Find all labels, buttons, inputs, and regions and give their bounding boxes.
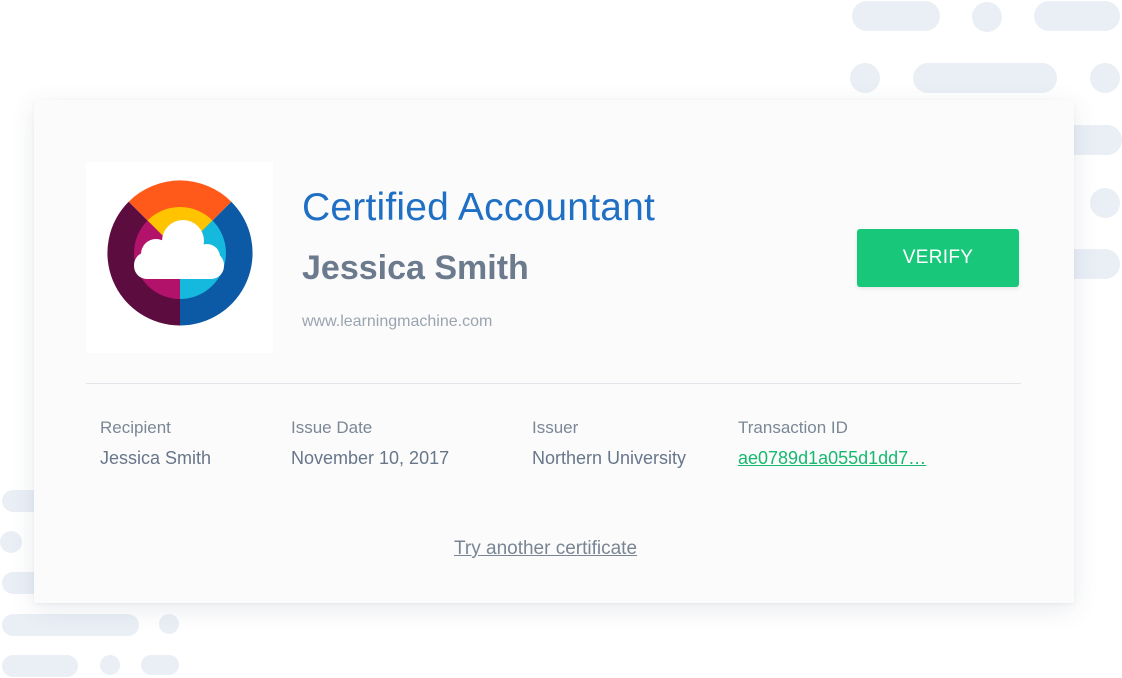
background-decoration: [100, 655, 120, 675]
verify-button[interactable]: VERIFY: [857, 229, 1019, 287]
issue-date-label: Issue Date: [291, 418, 373, 437]
transaction-field: Transaction ID ae0789d1a055d1dd7…: [738, 418, 926, 469]
issue-date-value: November 10, 2017: [291, 448, 450, 468]
background-decoration: [1090, 188, 1120, 218]
background-decoration: [2, 614, 139, 636]
issuer-website: www.learningmachine.com: [302, 313, 493, 330]
background-decoration: [852, 1, 940, 31]
transaction-id-label: Transaction ID: [738, 418, 848, 437]
try-another-certificate-link[interactable]: Try another certificate: [454, 538, 637, 560]
background-decoration: [1090, 63, 1120, 93]
divider: [86, 383, 1021, 384]
background-decoration: [913, 63, 1057, 93]
issue-date-field: Issue Date November 10, 2017: [291, 418, 449, 469]
issuer-label: Issuer: [532, 418, 579, 437]
recipient-name: Jessica Smith: [302, 249, 529, 287]
certificate-card: Certified Accountant Jessica Smith www.l…: [34, 100, 1074, 603]
background-decoration: [972, 2, 1002, 32]
background-decoration: [1034, 1, 1120, 31]
issuer-logo: [86, 162, 273, 353]
recipient-field: Recipient Jessica Smith: [100, 418, 211, 469]
recipient-label: Recipient: [100, 418, 171, 437]
background-decoration: [0, 531, 22, 553]
background-decoration: [159, 614, 179, 634]
issuer-field: Issuer Northern University: [532, 418, 686, 469]
issuer-value: Northern University: [532, 448, 687, 468]
background-decoration: [850, 63, 880, 93]
background-decoration: [141, 655, 179, 675]
recipient-value: Jessica Smith: [100, 448, 212, 468]
certificate-title: Certified Accountant: [302, 186, 656, 229]
transaction-id-link[interactable]: ae0789d1a055d1dd7…: [738, 448, 926, 469]
background-decoration: [2, 655, 78, 677]
cloud-ring-logo-icon: [107, 180, 253, 326]
